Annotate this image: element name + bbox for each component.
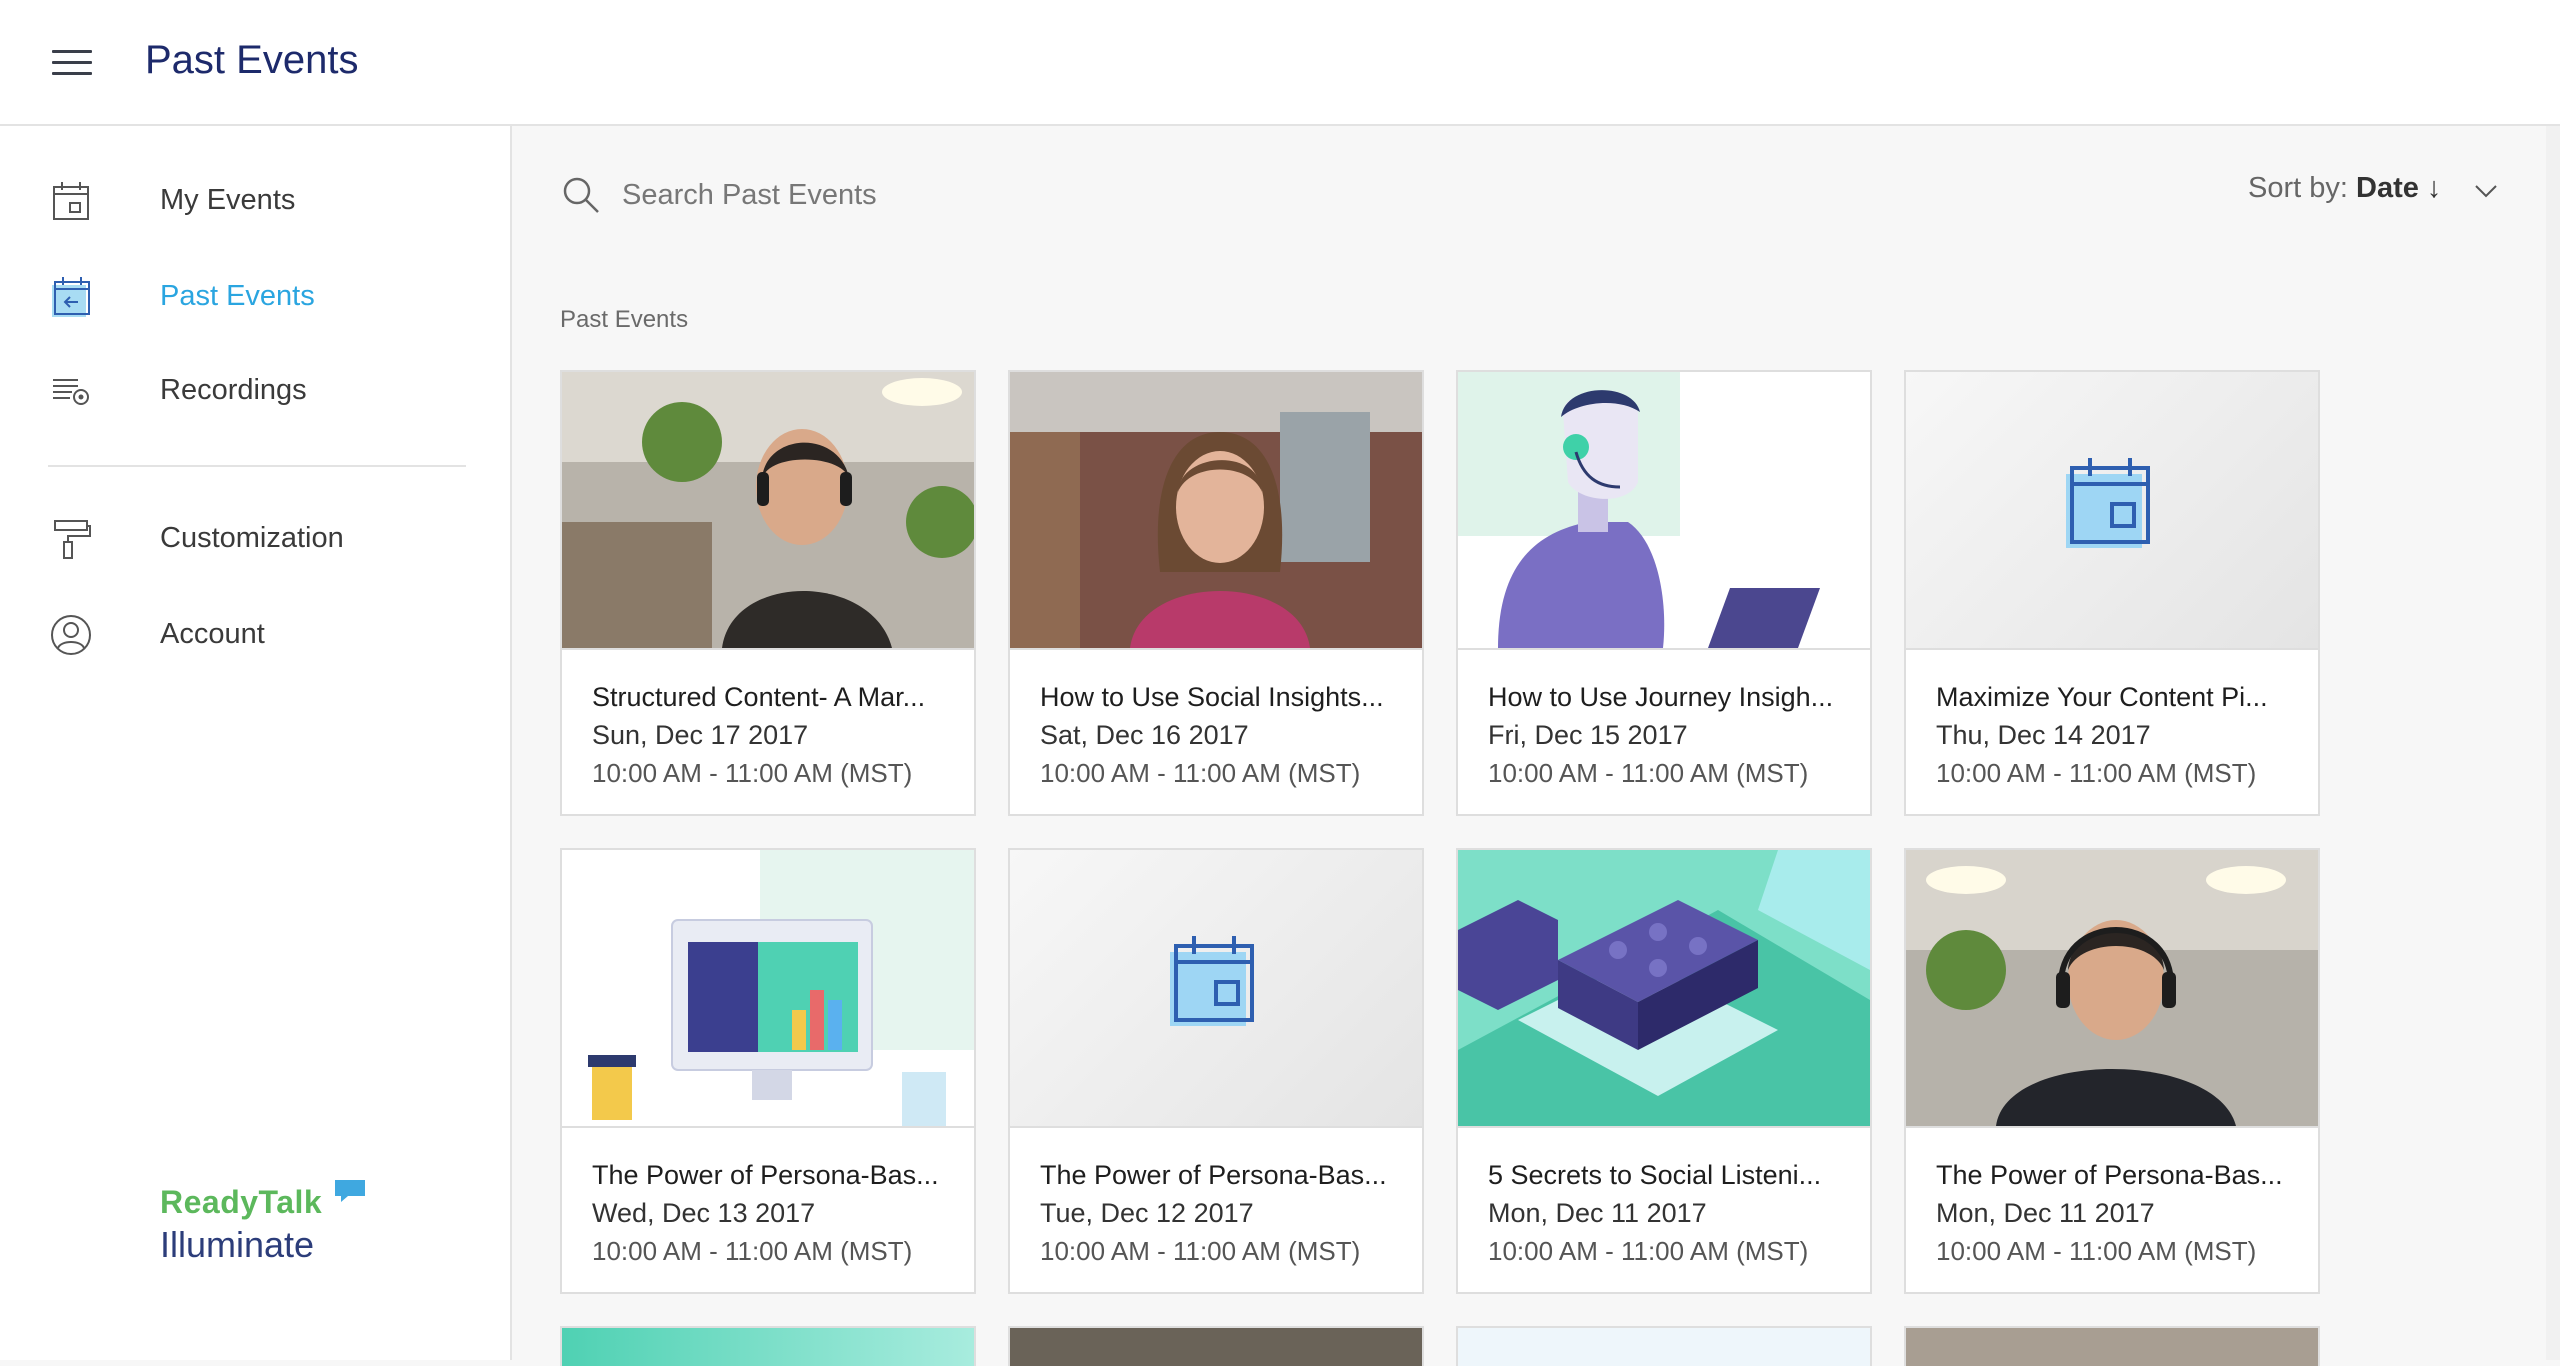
sidebar-item-past-events[interactable]: Past Events — [0, 262, 510, 332]
event-card-partial[interactable] — [1904, 1326, 2320, 1366]
event-title: The Power of Persona-Bas... — [592, 1160, 939, 1190]
sort-dropdown[interactable]: Sort by: Date ↓ — [2248, 172, 2497, 216]
event-time: 10:00 AM - 11:00 AM (MST) — [1488, 758, 1809, 788]
event-title: 5 Secrets to Social Listeni... — [1488, 1160, 1822, 1190]
sidebar-item-my-events[interactable]: My Events — [0, 166, 510, 236]
sidebar-divider — [48, 465, 466, 467]
sidebar-item-account[interactable]: Account — [0, 600, 510, 670]
calendar-back-icon — [52, 277, 90, 317]
sidebar-item-customization[interactable]: Customization — [0, 504, 510, 574]
recordings-icon — [53, 379, 89, 405]
chat-bubble-icon — [335, 1180, 365, 1202]
sidebar: My Events Past Events Recordings Customi… — [0, 126, 512, 1360]
brand-line2: Illuminate — [160, 1224, 315, 1265]
event-date: Thu, Dec 14 2017 — [1936, 720, 2151, 750]
calendar-placeholder-icon — [2066, 458, 2150, 548]
event-time: 10:00 AM - 11:00 AM (MST) — [1936, 1236, 2257, 1266]
event-time: 10:00 AM - 11:00 AM (MST) — [1040, 1236, 1361, 1266]
event-time: 10:00 AM - 11:00 AM (MST) — [1936, 758, 2257, 788]
event-date: Sat, Dec 16 2017 — [1040, 720, 1249, 750]
event-time: 10:00 AM - 11:00 AM (MST) — [592, 758, 913, 788]
event-card[interactable]: Structured Content- A Mar... Sun, Dec 17… — [560, 370, 976, 816]
event-card[interactable]: The Power of Persona-Bas... Tue, Dec 12 … — [1008, 848, 1424, 1294]
event-thumbnail — [1906, 372, 2318, 650]
paint-roller-icon — [54, 520, 91, 559]
event-title: Maximize Your Content Pi... — [1936, 682, 2268, 712]
calendar-placeholder-icon — [1170, 936, 1254, 1026]
hamburger-menu-icon[interactable] — [52, 50, 92, 76]
event-time: 10:00 AM - 11:00 AM (MST) — [592, 1236, 913, 1266]
scrollbar[interactable] — [2546, 126, 2560, 1360]
sort-label: Sort by: — [2248, 172, 2348, 204]
search-input[interactable] — [620, 172, 1324, 218]
event-card[interactable]: How to Use Social Insights... Sat, Dec 1… — [1008, 370, 1424, 816]
event-thumbnail — [1906, 850, 2318, 1128]
sidebar-item-label: Customization — [160, 522, 344, 554]
chevron-down-icon — [2475, 185, 2497, 198]
event-card[interactable]: 5 Secrets to Social Listeni... Mon, Dec … — [1456, 848, 1872, 1294]
sidebar-item-label: Recordings — [160, 374, 307, 406]
event-card[interactable]: The Power of Persona-Bas... Mon, Dec 11 … — [1904, 848, 2320, 1294]
event-thumbnail — [1010, 850, 1422, 1128]
event-card[interactable]: The Power of Persona-Bas... Wed, Dec 13 … — [560, 848, 976, 1294]
event-thumbnail — [562, 850, 974, 1128]
section-label: Past Events — [560, 306, 689, 333]
event-time: 10:00 AM - 11:00 AM (MST) — [1488, 1236, 1809, 1266]
event-card-partial[interactable] — [1456, 1326, 1872, 1366]
sidebar-item-recordings[interactable]: Recordings — [0, 356, 510, 426]
event-thumbnail — [1458, 850, 1870, 1128]
sidebar-item-label: Past Events — [160, 280, 315, 312]
event-time: 10:00 AM - 11:00 AM (MST) — [1040, 758, 1361, 788]
arrow-down-icon: ↓ — [2418, 172, 2442, 204]
search-icon — [563, 177, 599, 213]
event-card-partial[interactable] — [1008, 1326, 1424, 1366]
calendar-icon — [53, 182, 89, 220]
user-circle-icon — [51, 615, 91, 655]
sort-value: Date — [2356, 172, 2419, 204]
event-date: Mon, Dec 11 2017 — [1936, 1198, 2155, 1228]
event-date: Fri, Dec 15 2017 — [1488, 720, 1688, 750]
event-title: Structured Content- A Mar... — [592, 682, 926, 712]
event-thumbnail — [1458, 372, 1870, 650]
readytalk-logo: ReadyTalk Illuminate — [160, 1178, 400, 1278]
top-bar: Past Events — [0, 0, 2560, 126]
event-date: Tue, Dec 12 2017 — [1040, 1198, 1254, 1228]
brand-line1: ReadyTalk — [160, 1184, 323, 1220]
event-thumbnail — [562, 372, 974, 650]
event-thumbnail — [1010, 372, 1422, 650]
event-title: The Power of Persona-Bas... — [1936, 1160, 2283, 1190]
sidebar-item-label: My Events — [160, 184, 296, 216]
event-date: Sun, Dec 17 2017 — [592, 720, 809, 750]
event-card[interactable]: Maximize Your Content Pi... Thu, Dec 14 … — [1904, 370, 2320, 816]
page-title: Past Events — [145, 38, 359, 82]
event-title: How to Use Social Insights... — [1040, 682, 1384, 712]
event-card-partial[interactable] — [560, 1326, 976, 1366]
sidebar-item-label: Account — [160, 618, 265, 650]
event-date: Wed, Dec 13 2017 — [592, 1198, 816, 1228]
event-title: The Power of Persona-Bas... — [1040, 1160, 1387, 1190]
search-bar — [560, 166, 1460, 226]
event-title: How to Use Journey Insigh... — [1488, 682, 1834, 712]
event-card[interactable]: How to Use Journey Insigh... Fri, Dec 15… — [1456, 370, 1872, 816]
event-date: Mon, Dec 11 2017 — [1488, 1198, 1707, 1228]
